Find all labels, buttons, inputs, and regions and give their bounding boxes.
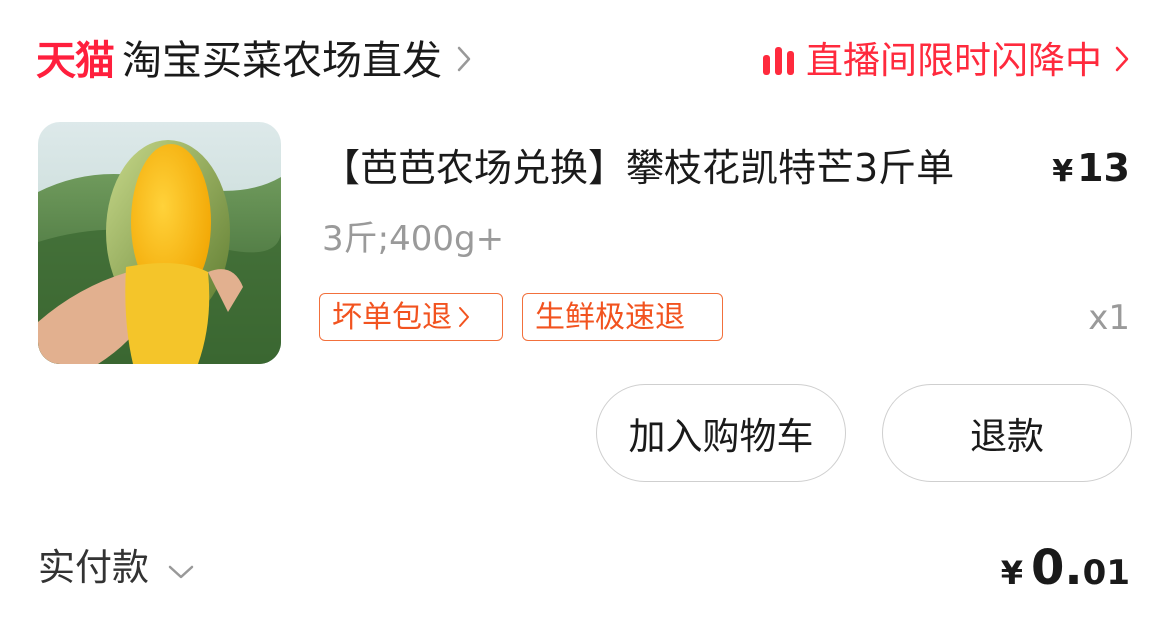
refund-button[interactable]: 退款 [882,384,1132,482]
tag-fresh-fast-refund: 生鲜极速退 [522,293,723,341]
paid-amount-decimal: 01 [1082,553,1130,593]
live-promo-text: 直播间限时闪降中 [806,39,1102,82]
product-sku: 3斤;400g+ [322,219,505,259]
add-to-cart-button[interactable]: 加入购物车 [596,384,846,482]
paid-amount: ¥0. 01 [1001,536,1130,605]
price-currency: ¥ [1052,154,1074,189]
product-title[interactable]: 【芭芭农场兑换】攀枝花凯特芒3斤单 [322,140,954,196]
live-promo-link[interactable]: 直播间限时闪降中 [763,34,1130,88]
shop-name: 淘宝买菜农场直发 [122,38,442,84]
shop-header[interactable]: 天猫 淘宝买菜农场直发 [36,34,472,88]
live-bars-icon [763,47,794,75]
price-value: 13 [1077,146,1130,190]
product-image[interactable] [38,122,281,364]
chevron-right-icon [1114,45,1130,77]
chevron-right-icon [458,306,470,328]
tag-label: 坏单包退 [332,299,452,335]
paid-amount-label: 实付款 [38,546,149,589]
product-price: ¥13 [1052,140,1130,200]
paid-amount-toggle[interactable]: 实付款 [38,540,195,596]
chevron-down-icon [167,540,195,596]
paid-currency: ¥ [1000,554,1024,592]
tmall-logo: 天猫 [36,38,115,84]
product-quantity: x1 [1088,298,1130,338]
tag-bad-order-return[interactable]: 坏单包退 [319,293,503,341]
chevron-right-icon [456,45,472,77]
tag-label: 生鲜极速退 [535,299,685,335]
paid-amount-integer: 0. [1031,540,1083,596]
